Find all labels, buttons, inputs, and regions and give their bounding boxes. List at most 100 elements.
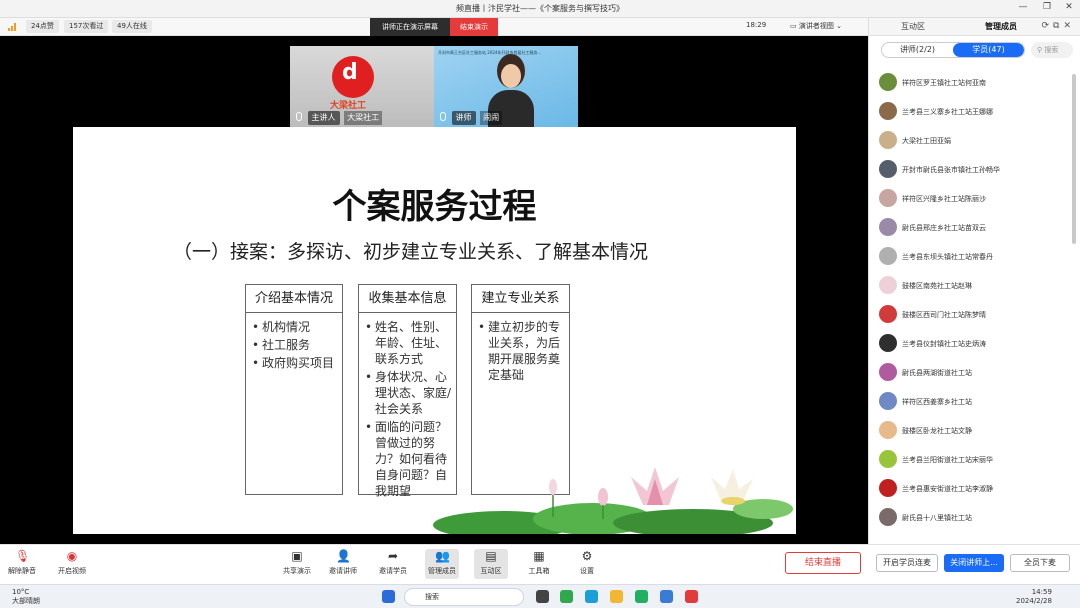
member-list: 祥符区罗王镇社工站何亚南兰考县三义寨乡社工站王娜娜 大梁社工田亚娟开封市尉氏县张市…	[879, 70, 1069, 542]
member-name: 尉氏县十八里镇社工站	[902, 514, 972, 522]
member-segment: 讲师(2/2) 学员(47)	[881, 42, 1025, 58]
logo-text: 大梁社工	[330, 101, 367, 111]
tile-role: 讲师	[451, 111, 476, 125]
taskview-icon[interactable]	[536, 590, 549, 603]
tile-role: 主讲人	[307, 111, 340, 125]
avatar	[879, 363, 897, 381]
close-icon[interactable]: ✕	[1062, 2, 1076, 16]
member-row[interactable]: 兰考县东坝头镇社工站常春丹	[879, 244, 1069, 273]
invite-teacher-button[interactable]: 👤 邀请讲师	[326, 549, 360, 576]
app-icon-live[interactable]	[660, 590, 673, 603]
window-title: 频直播丨汴民学社——《个案服务与撰写技巧》	[456, 4, 624, 13]
taskbar-search-input[interactable]: 搜索	[404, 588, 524, 606]
tab-members[interactable]: 管理成员	[985, 21, 1017, 32]
window-titlebar: 频直播丨汴民学社——《个案服务与撰写技巧》 — ❐ ✕	[0, 0, 1080, 18]
tile-name: 大梁社工	[344, 111, 383, 125]
mic-icon	[296, 112, 302, 121]
tile-label: 主讲人 大梁社工	[296, 111, 383, 125]
camera-button[interactable]: ◉ 开启视频	[52, 549, 92, 576]
member-name: 兰考县兰阳街道社工站宋丽华	[902, 456, 993, 464]
member-row[interactable]: 尉氏县邢庄乡社工站苗双云	[879, 215, 1069, 244]
mute-button[interactable]: 🎙 解除静音	[2, 549, 42, 576]
member-name: 兰考县惠安街道社工站李淑静	[902, 485, 993, 493]
enable-connect-button[interactable]: 开启学员连麦	[876, 554, 938, 572]
box-item: 社工服务	[252, 337, 338, 353]
member-name: 祥符区西姜寨乡社工站	[902, 398, 972, 406]
slide-box-intro: 介绍基本情况 机构情况 社工服务 政府购买项目	[245, 284, 343, 495]
toolbox-button[interactable]: ▦ 工具箱	[522, 549, 556, 576]
member-name: 兰考县三义寨乡社工站王娜娜	[902, 108, 993, 116]
share-button[interactable]: ▣ 共享演示	[280, 549, 314, 576]
close-teacher-mic-button[interactable]: 关闭讲师上...	[944, 554, 1004, 572]
minimize-icon[interactable]: —	[1016, 2, 1030, 16]
panel-tabs: 互动区 管理成员 ⟳⧉✕	[869, 18, 1080, 36]
avatar	[879, 479, 897, 497]
panel-window-icons[interactable]: ⟳⧉✕	[1041, 21, 1075, 31]
search-icon: ⚲	[1037, 46, 1043, 54]
box-heading: 建立专业关系	[472, 285, 569, 313]
member-row[interactable]: 大梁社工田亚娟	[879, 128, 1069, 157]
member-row[interactable]: 开封市尉氏县张市镇社工孙畅华	[879, 157, 1069, 186]
share-screen-icon: ▣	[291, 549, 303, 563]
mute-all-button[interactable]: 全员下麦	[1010, 554, 1070, 572]
interaction-button[interactable]: ▤ 互动区	[474, 549, 508, 579]
clock-time: 14:59	[1031, 588, 1052, 596]
end-demo-button[interactable]: 结束演示	[450, 18, 498, 36]
video-tile-host[interactable]: d 大梁社工 主讲人 大梁社工	[290, 46, 434, 128]
avatar	[879, 421, 897, 439]
member-row[interactable]: 兰考县惠安街道社工站李淑静	[879, 476, 1069, 505]
likes-count: 24点赞	[26, 20, 59, 33]
member-name: 开封市尉氏县张市镇社工孙畅华	[902, 166, 1000, 174]
manage-members-button[interactable]: 👥 管理成员	[425, 549, 459, 579]
member-row[interactable]: 尉氏县两湖街道社工站	[879, 360, 1069, 389]
start-icon[interactable]	[382, 590, 395, 603]
chevron-down-icon: ⌄	[836, 22, 842, 30]
app-icon-chat[interactable]	[635, 590, 648, 603]
app-icon-edge[interactable]	[585, 590, 598, 603]
avatar	[879, 247, 897, 265]
segment-teachers[interactable]: 讲师(2/2)	[882, 43, 953, 57]
tab-interaction[interactable]: 互动区	[901, 21, 925, 32]
member-row[interactable]: 兰考县仪封镇社工站史炳涛	[879, 331, 1069, 360]
restore-icon[interactable]: ❐	[1040, 2, 1054, 16]
box-item: 机构情况	[252, 319, 338, 335]
member-name: 大梁社工田亚娟	[902, 137, 951, 145]
weather-widget[interactable]: 10°C 大部晴朗	[12, 588, 40, 606]
member-panel: 互动区 管理成员 ⟳⧉✕ 讲师(2/2) 学员(47) ⚲ 搜索 祥符区罗王镇社…	[868, 18, 1080, 544]
settings-button[interactable]: ⚙ 设置	[570, 549, 604, 576]
app-icon-browser[interactable]	[560, 590, 573, 603]
weather-temp: 10°C	[12, 588, 30, 596]
view-mode-select[interactable]: ▭ 演讲者视图 ⌄	[790, 21, 842, 31]
member-row[interactable]: 祥符区西姜寨乡社工站	[879, 389, 1069, 418]
member-row[interactable]: 祥符区罗王镇社工站何亚南	[879, 70, 1069, 99]
watched-count: 157次看过	[64, 20, 109, 33]
avatar	[879, 392, 897, 410]
invite-student-button[interactable]: ➦ 邀请学员	[376, 549, 410, 576]
member-row[interactable]: 鼓楼区卧龙社工站文静	[879, 418, 1069, 447]
segment-students[interactable]: 学员(47)	[953, 43, 1024, 57]
folder-icon[interactable]	[610, 590, 623, 603]
slide-title: 个案服务过程	[332, 187, 537, 227]
video-tile-teacher[interactable]: 开封市禹王台区社工服务站 2024年开封市首届社工服务... 讲师 闹闹	[434, 46, 578, 128]
member-row[interactable]: 鼓楼区南苑社工站赵琳	[879, 273, 1069, 302]
system-clock[interactable]: 14:59 2024/2/28	[1016, 588, 1052, 606]
member-row[interactable]: 尉氏县十八里镇社工站	[879, 505, 1069, 534]
gear-icon: ⚙	[581, 549, 593, 563]
scrollbar[interactable]	[1072, 74, 1076, 244]
end-live-button[interactable]: 结束直播	[785, 552, 861, 574]
member-row[interactable]: 兰考县三义寨乡社工站王娜娜	[879, 99, 1069, 128]
search-placeholder: 搜索	[1044, 46, 1059, 54]
member-search-input[interactable]: ⚲ 搜索	[1031, 42, 1073, 58]
app-icon-wps[interactable]	[685, 590, 698, 603]
monitor-icon: ▭	[790, 22, 797, 30]
tool-label: 邀请学员	[379, 567, 407, 575]
member-row[interactable]: 鼓楼区西司门社工站陈梦晴	[879, 302, 1069, 331]
member-row[interactable]: 兰考县兰阳街道社工站宋丽华	[879, 447, 1069, 476]
avatar	[879, 305, 897, 323]
members-icon: 👥	[435, 549, 450, 563]
member-row[interactable]: 祥符区兴隆乡社工站陈丽沙	[879, 186, 1069, 215]
box-item: 建立初步的专业关系，为后期开展服务奠定基础	[478, 319, 565, 383]
tool-label: 互动区	[480, 567, 502, 575]
avatar	[879, 189, 897, 207]
box-heading: 收集基本信息	[359, 285, 456, 313]
